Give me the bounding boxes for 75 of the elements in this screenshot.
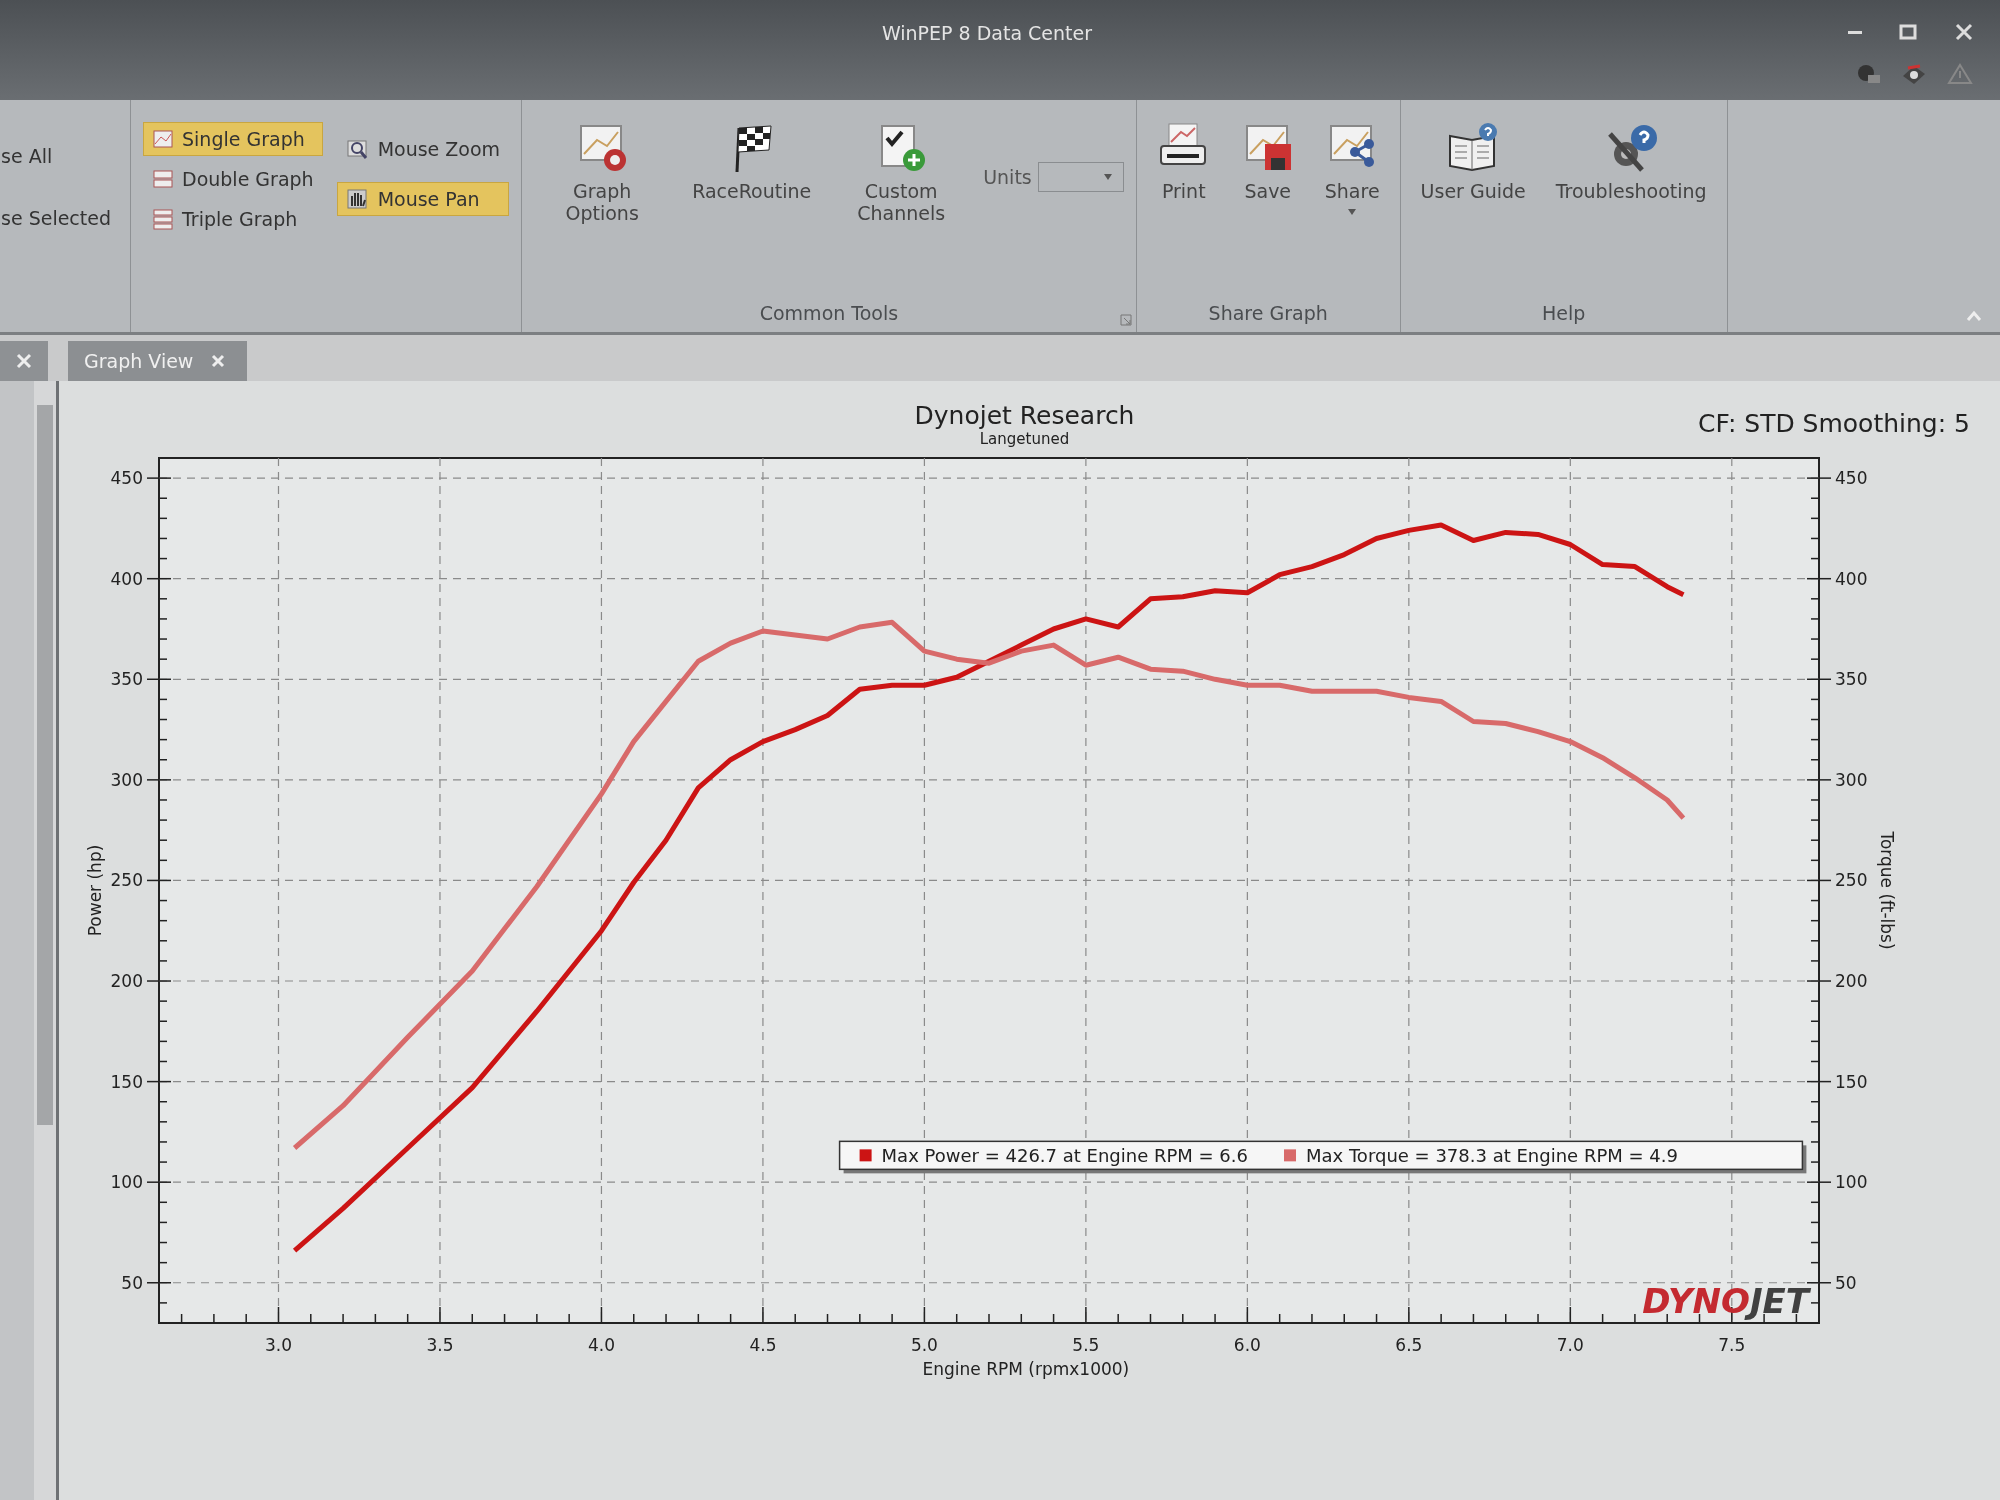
axis-tick-label: 350 — [110, 669, 143, 690]
units-dropdown[interactable] — [1037, 162, 1124, 192]
axis-tick-label: 6.5 — [1395, 1335, 1423, 1355]
hand-icon — [345, 188, 370, 210]
axis-tick-label: 3.0 — [264, 1335, 292, 1355]
legend-text: Max Power = 426.7 at Engine RPM = 6.6 — [881, 1145, 1248, 1167]
close-icon[interactable] — [16, 353, 32, 369]
ribbon-button[interactable]: se All — [0, 122, 118, 178]
axis-tick-label: 200 — [1835, 971, 1868, 991]
axis-tick-label: 400 — [110, 568, 143, 589]
graph-layout-button[interactable]: Triple Graph — [143, 202, 323, 236]
axis-tick-label: 300 — [110, 769, 143, 790]
close-icon — [1954, 22, 1974, 42]
graph-layout-button[interactable]: Single Graph — [143, 122, 323, 156]
ribbon-button[interactable]: se Selected — [0, 184, 118, 240]
axis-tick-label: 100 — [110, 1172, 143, 1193]
close-icon[interactable] — [211, 354, 226, 368]
stacked-graphs-icon — [152, 208, 174, 230]
tab[interactable]: Graph View — [68, 341, 248, 381]
axis-tick-label: 5.0 — [910, 1335, 938, 1355]
axis-tick-label: 4.0 — [587, 1335, 615, 1355]
axis-tick-label: 100 — [1835, 1172, 1868, 1193]
mouse-mode-button[interactable]: Mouse Zoom — [336, 132, 510, 166]
axis-tick-label: 50 — [1835, 1272, 1857, 1293]
legend-text: Max Torque = 378.3 at Engine RPM = 4.9 — [1306, 1145, 1678, 1167]
axis-tick-label: 400 — [1835, 568, 1868, 589]
axis-title: Torque (ft-lbs) — [1877, 831, 1897, 950]
scrollbar[interactable] — [34, 381, 56, 1500]
axis-tick-label: 50 — [121, 1272, 143, 1293]
dialog-launcher-icon[interactable] — [1119, 314, 1132, 326]
minimize-icon — [1848, 30, 1862, 34]
axis-tick-label: 3.5 — [426, 1335, 454, 1355]
chart-subtitle: Langetuned — [978, 430, 1071, 448]
chart-title: Dynojet Research — [914, 401, 1135, 430]
axis-tick-label: 450 — [110, 468, 143, 489]
ribbon-button[interactable]: Save — [1232, 122, 1303, 202]
warning-icon — [1946, 62, 1974, 86]
mouse-mode-button[interactable]: Mouse Pan — [336, 182, 510, 216]
axis-tick-label: 150 — [1835, 1071, 1868, 1092]
caret-icon — [1102, 173, 1113, 181]
ribbon-button[interactable]: Graph Options — [534, 122, 671, 224]
group-label: Share Graph — [1207, 302, 1329, 326]
stacked-graphs-icon — [152, 168, 174, 190]
axis-title: Power (hp) — [85, 844, 105, 937]
axis-tick-label: 7.5 — [1718, 1335, 1746, 1355]
ribbon-button[interactable]: Custom Channels — [833, 122, 970, 224]
axis-title: Engine RPM (rpmx1000) — [922, 1359, 1130, 1379]
ribbon-button[interactable]: Share — [1316, 122, 1388, 216]
ribbon-button[interactable]: User Guide — [1412, 122, 1534, 202]
correction-info: CF: STD Smoothing: 5 — [1698, 409, 1970, 438]
scrollbar-thumb[interactable] — [37, 405, 53, 1125]
axis-tick-label: 6.0 — [1233, 1335, 1261, 1355]
ribbon-button[interactable]: Print — [1148, 122, 1219, 202]
window-title: WinPEP 8 Data Center — [880, 21, 1094, 46]
axis-tick-label: 300 — [1835, 769, 1868, 790]
group-label: Common Tools — [758, 302, 900, 326]
axis-tick-label: 4.5 — [749, 1335, 777, 1355]
units-label: Units — [983, 166, 1032, 188]
graph-icon — [152, 128, 174, 150]
axis-tick-label: 350 — [1835, 669, 1868, 690]
brand-logo: DYNOJET — [1642, 1281, 1809, 1321]
axis-tick-label: 250 — [1835, 870, 1868, 891]
ribbon-button[interactable]: Troubleshooting — [1547, 122, 1715, 202]
zoom-icon — [345, 138, 370, 160]
collapse-icon[interactable] — [1966, 310, 1982, 322]
axis-tick-label: 7.0 — [1556, 1335, 1584, 1355]
graph-layout-button[interactable]: Double Graph — [143, 162, 323, 196]
maximize-icon — [1898, 22, 1918, 42]
axis-tick-label: 150 — [110, 1071, 143, 1092]
ribbon-button[interactable]: RaceRoutine — [684, 122, 820, 202]
axis-tick-label: 5.5 — [1072, 1335, 1100, 1355]
axis-tick-label: 200 — [110, 971, 143, 991]
axis-tick-label: 450 — [1835, 468, 1868, 489]
axis-tick-label: 250 — [110, 870, 143, 891]
group-label: Help — [1540, 302, 1587, 326]
